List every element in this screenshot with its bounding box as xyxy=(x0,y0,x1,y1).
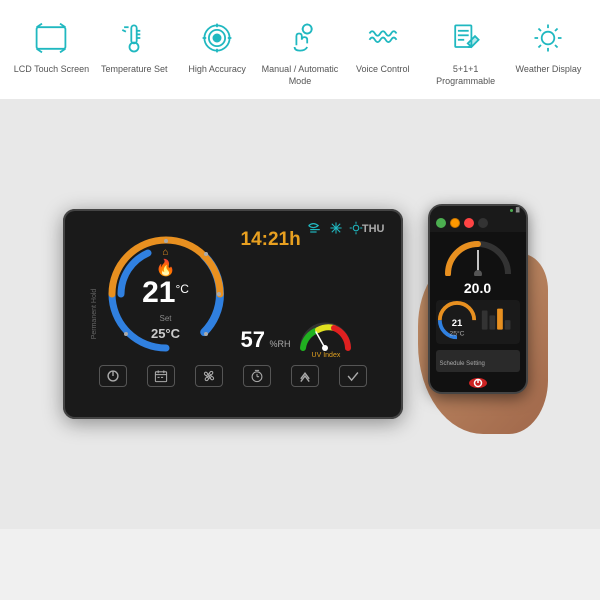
power-icon[interactable] xyxy=(99,365,127,387)
phone-power-btn[interactable] xyxy=(469,378,487,388)
voice-icon xyxy=(363,18,403,58)
thermostat-device: Permanent Hold THU xyxy=(63,209,403,419)
feature-temp-set-label: Temperature Set xyxy=(101,64,168,76)
feature-accuracy: High Accuracy xyxy=(177,18,257,76)
home-icon: ⌂ xyxy=(142,247,189,258)
battery-icon: ▓ xyxy=(516,207,520,213)
red-btn[interactable] xyxy=(464,218,474,228)
signal-dot xyxy=(510,209,513,212)
uv-gauge-container: UV Index xyxy=(298,320,353,359)
green-btn[interactable] xyxy=(436,218,446,228)
humidity-uv-row: 57 %RH UV In xyxy=(241,320,387,359)
svg-text:21: 21 xyxy=(451,318,462,329)
features-bar: LCD Touch Screen Temperature Set xyxy=(0,0,600,99)
temp-unit: °C xyxy=(175,282,188,296)
humidity-value: 57 xyxy=(241,327,265,352)
set-label: Set xyxy=(159,314,171,323)
check-icon[interactable] xyxy=(339,365,367,387)
bottom-icons-row xyxy=(79,365,387,387)
feature-manual-auto-label: Manual / Automatic Mode xyxy=(260,64,340,87)
phone-gauge-area xyxy=(430,232,526,280)
fan-icon[interactable] xyxy=(195,365,223,387)
sun-display-icon xyxy=(349,221,363,235)
current-temp-value: 21 xyxy=(142,278,175,308)
timer-icon[interactable] xyxy=(243,365,271,387)
flame-icon: 🔥 xyxy=(142,258,189,278)
schedule-label: Schedule Setting xyxy=(440,361,485,367)
lcd-icon xyxy=(31,18,71,58)
feature-voice-label: Voice Control xyxy=(356,64,410,76)
phone-device: ▓ xyxy=(428,204,528,394)
feature-programmable-label: 5+1+1 Programmable xyxy=(426,64,506,87)
feature-lcd-label: LCD Touch Screen xyxy=(14,64,89,76)
humidity-unit: %RH xyxy=(269,339,290,349)
phone-wrapper: ▓ xyxy=(418,204,538,424)
feature-voice: Voice Control xyxy=(343,18,423,76)
humidity-display: 57 %RH xyxy=(241,327,291,353)
feature-weather: Weather Display xyxy=(508,18,588,76)
permanent-hold-label: Permanent Hold xyxy=(90,289,97,340)
target-icon xyxy=(197,18,237,58)
dial-center-content: ⌂ 🔥 21 °C Set 25°C xyxy=(142,247,189,341)
sun-icon xyxy=(528,18,568,58)
day-label: THU xyxy=(362,223,385,235)
feature-weather-label: Weather Display xyxy=(516,64,582,76)
wind-icon xyxy=(307,221,323,235)
weather-icons-row xyxy=(307,221,363,235)
temperature-dial: ⌂ 🔥 21 °C Set 25°C xyxy=(101,229,231,359)
feature-programmable: 5+1+1 Programmable xyxy=(426,18,506,87)
phone-mini-display: 21 25°C xyxy=(436,300,520,344)
hand-gear-icon xyxy=(280,18,320,58)
feature-accuracy-label: High Accuracy xyxy=(188,64,246,76)
orange-btn[interactable] xyxy=(450,218,460,228)
uv-label: UV Index xyxy=(312,352,341,359)
phone-screen: ▓ xyxy=(430,206,526,392)
snowflake-icon xyxy=(329,221,343,235)
schedule-icon[interactable] xyxy=(147,365,175,387)
phone-mini-svg: 21 25°C xyxy=(436,300,520,344)
svg-text:25°C: 25°C xyxy=(449,330,464,338)
right-info-panel: 14:21h 57 %RH xyxy=(241,229,387,359)
up-icon[interactable] xyxy=(291,365,319,387)
phone-gauge-svg xyxy=(443,236,513,276)
feature-lcd: LCD Touch Screen xyxy=(11,18,91,76)
current-temp-display: 21 °C xyxy=(142,278,189,308)
feature-manual-auto: Manual / Automatic Mode xyxy=(260,18,340,87)
phone-header-controls xyxy=(430,214,526,232)
set-temp-display: Set 25°C xyxy=(142,308,189,341)
main-content-row: ⌂ 🔥 21 °C Set 25°C xyxy=(101,229,387,359)
phone-status-bar: ▓ xyxy=(430,206,526,214)
pencil-icon xyxy=(446,18,486,58)
thermometer-icon xyxy=(114,18,154,58)
product-area: Permanent Hold THU xyxy=(0,99,600,529)
set-temp-value: 25°C xyxy=(142,326,189,341)
schedule-setting-bar: Schedule Setting xyxy=(436,350,520,372)
uv-gauge-svg xyxy=(298,320,353,352)
gray-btn[interactable] xyxy=(478,218,488,228)
phone-temp-value: 20.0 xyxy=(430,280,526,296)
feature-temp-set: Temperature Set xyxy=(94,18,174,76)
